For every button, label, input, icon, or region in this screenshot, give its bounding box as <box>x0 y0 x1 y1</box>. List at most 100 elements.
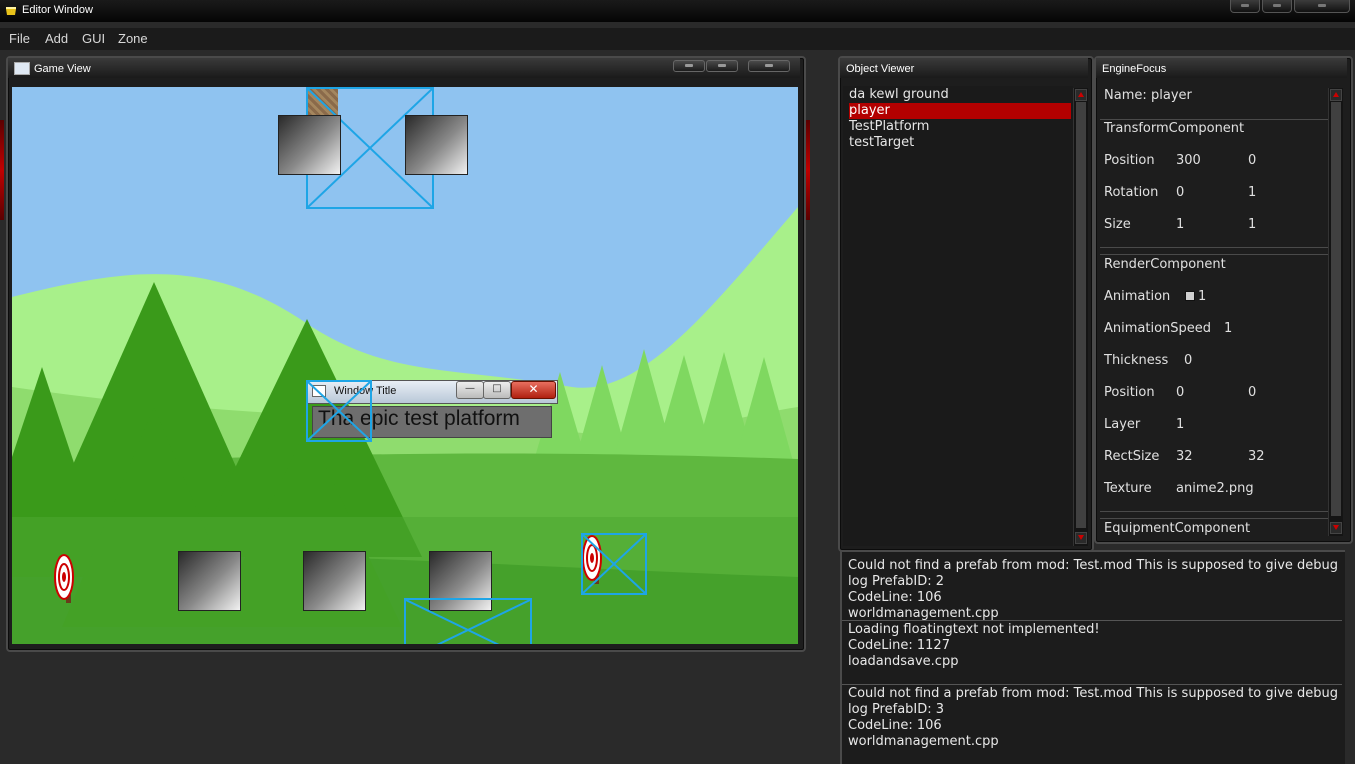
panel-restore-button[interactable] <box>706 60 738 72</box>
minimize-icon <box>1241 4 1249 7</box>
object-list-scrollbar[interactable] <box>1073 88 1088 546</box>
transform-position-label: Position <box>1104 153 1155 168</box>
name-value[interactable]: player <box>1151 88 1192 103</box>
scroll-down-button[interactable] <box>1330 522 1342 534</box>
divider <box>1100 119 1328 120</box>
transform-size-x[interactable]: 1 <box>1176 217 1184 232</box>
thickness-value[interactable]: 0 <box>1184 353 1192 368</box>
engine-focus-title: EngineFocus <box>1102 63 1167 75</box>
selection-gizmo[interactable] <box>306 380 372 442</box>
thickness-label: Thickness <box>1104 353 1169 368</box>
log-line: CodeLine: 1127 <box>848 638 950 653</box>
window-icon <box>14 62 30 75</box>
arrow-up-icon <box>1333 92 1339 97</box>
log-line: worldmanagement.cpp <box>848 734 999 749</box>
animation-label: Animation <box>1104 289 1171 304</box>
render-position-label: Position <box>1104 385 1155 400</box>
selection-gizmo[interactable] <box>404 598 532 644</box>
equipment-header: EquipmentComponent <box>1104 521 1251 536</box>
transform-rotation-y[interactable]: 1 <box>1248 185 1256 200</box>
log-line: Loading floatingtext not implemented! <box>848 622 1100 637</box>
log-line: worldmanagement.cpp <box>848 606 999 621</box>
floating-minimize-button[interactable]: — <box>456 381 484 399</box>
animation-speed-value[interactable]: 1 <box>1224 321 1232 336</box>
minimize-icon <box>685 64 693 67</box>
divider <box>1100 518 1328 519</box>
floating-maximize-button[interactable]: □ <box>483 381 511 399</box>
target-icon[interactable] <box>54 553 78 613</box>
animation-value[interactable]: 1 <box>1198 289 1206 304</box>
rect-size-x[interactable]: 32 <box>1176 449 1193 464</box>
object-item-player[interactable]: player <box>849 103 1071 119</box>
divider <box>1100 247 1328 248</box>
scroll-up-button[interactable] <box>1075 89 1087 101</box>
game-view-header: Game View <box>8 58 800 78</box>
name-label: Name: <box>1104 88 1147 103</box>
render-position-x[interactable]: 0 <box>1176 385 1184 400</box>
maximize-button[interactable] <box>1262 0 1292 13</box>
scroll-thumb[interactable] <box>1331 102 1341 516</box>
menu-gui[interactable]: GUI <box>82 31 105 46</box>
object-item-testplatform[interactable]: TestPlatform <box>849 119 1071 135</box>
layer-label: Layer <box>1104 417 1141 432</box>
panel-close-button[interactable] <box>748 60 790 72</box>
minimize-button[interactable] <box>1230 0 1260 13</box>
transform-rotation-label: Rotation <box>1104 185 1159 200</box>
log-divider <box>842 620 1342 621</box>
object-item-ground[interactable]: da kewl ground <box>849 87 1071 103</box>
title-bar: Editor Window <box>0 0 1355 22</box>
arrow-up-icon <box>1078 92 1084 97</box>
engine-focus-header: EngineFocus <box>1096 58 1347 78</box>
close-icon: ✕ <box>528 382 539 396</box>
panel-minimize-button[interactable] <box>673 60 705 72</box>
minimize-icon: — <box>465 383 475 394</box>
app-icon <box>5 5 17 17</box>
log-line: loadandsave.cpp <box>848 654 959 669</box>
game-view-title: Game View <box>34 63 91 75</box>
object-item-testtarget[interactable]: testTarget <box>849 135 1071 151</box>
transform-position-y[interactable]: 0 <box>1248 153 1256 168</box>
rect-size-y[interactable]: 32 <box>1248 449 1265 464</box>
selection-gizmo[interactable] <box>581 533 647 595</box>
close-icon <box>765 64 773 67</box>
menu-add[interactable]: Add <box>45 31 68 46</box>
properties-scrollbar[interactable] <box>1328 88 1343 536</box>
transform-position-x[interactable]: 300 <box>1176 153 1201 168</box>
maximize-icon <box>1273 4 1281 7</box>
platform-block[interactable] <box>278 115 341 175</box>
texture-label: Texture <box>1104 481 1152 496</box>
log-line: CodeLine: 106 <box>848 718 942 733</box>
platform-block[interactable] <box>405 115 468 175</box>
ground-block[interactable] <box>178 551 241 611</box>
object-viewer-header: Object Viewer <box>840 58 1088 78</box>
close-icon <box>1318 4 1326 7</box>
log-line: CodeLine: 106 <box>848 590 942 605</box>
object-viewer-title: Object Viewer <box>846 63 915 75</box>
transform-size-label: Size <box>1104 217 1131 232</box>
log-line: log PrefabID: 2 <box>848 574 945 589</box>
transform-rotation-x[interactable]: 0 <box>1176 185 1184 200</box>
window-title: Editor Window <box>22 4 93 16</box>
layer-value[interactable]: 1 <box>1176 417 1184 432</box>
transform-size-y[interactable]: 1 <box>1248 217 1256 232</box>
menu-file[interactable]: File <box>9 31 30 46</box>
arrow-down-icon <box>1333 525 1339 530</box>
maximize-icon: □ <box>492 383 502 394</box>
render-position-y[interactable]: 0 <box>1248 385 1256 400</box>
scroll-thumb[interactable] <box>1076 102 1086 528</box>
object-list <box>843 86 1073 546</box>
scroll-down-button[interactable] <box>1075 532 1087 544</box>
edge-accent <box>806 120 810 220</box>
scroll-up-button[interactable] <box>1330 89 1342 101</box>
close-button[interactable] <box>1294 0 1350 13</box>
texture-value[interactable]: anime2.png <box>1176 481 1254 496</box>
ground-block[interactable] <box>303 551 366 611</box>
menu-zone[interactable]: Zone <box>118 31 148 46</box>
divider <box>1100 254 1328 255</box>
animation-checkbox[interactable] <box>1185 291 1195 301</box>
rect-size-label: RectSize <box>1104 449 1160 464</box>
restore-icon <box>718 64 726 67</box>
game-canvas[interactable]: Window Title — □ ✕ Tha epic test platfor… <box>12 87 798 644</box>
menu-bar: File Add GUI Zone <box>0 28 1355 50</box>
floating-close-button[interactable]: ✕ <box>511 381 556 399</box>
